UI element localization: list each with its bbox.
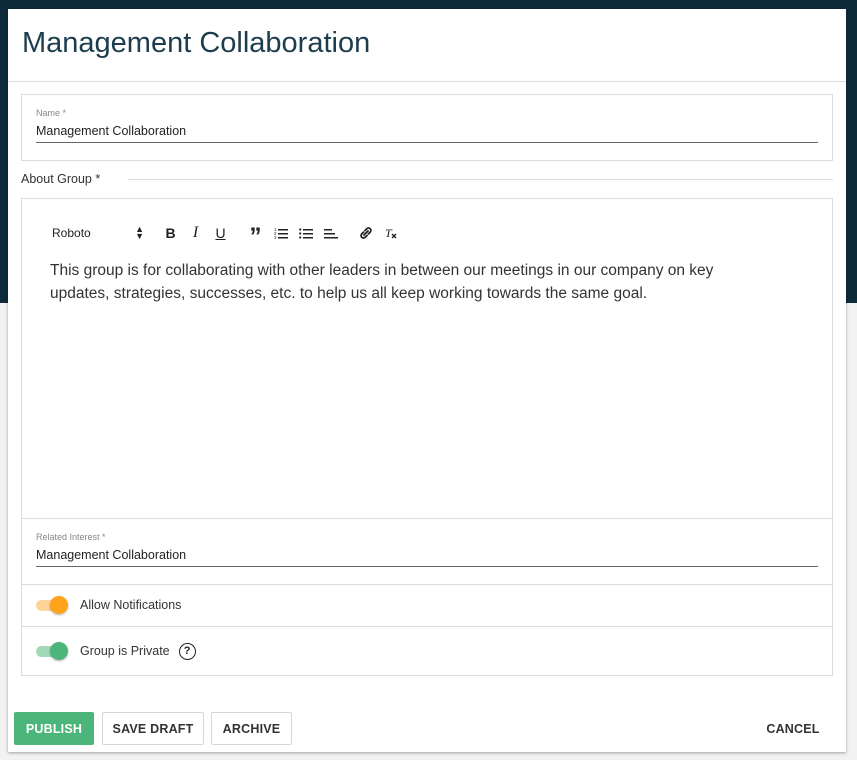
allow-notifications-toggle[interactable] <box>36 595 70 615</box>
clear-format-icon: T <box>385 226 396 240</box>
underline-button[interactable]: U <box>208 223 233 243</box>
interest-divider <box>22 584 832 585</box>
bullet-list-icon <box>298 228 313 239</box>
related-interest-input[interactable]: Management Collaboration <box>36 548 818 567</box>
align-button[interactable] <box>318 223 343 243</box>
clear-format-button[interactable]: T <box>378 223 403 243</box>
ordered-list-button[interactable]: 1 2 3 <box>268 223 293 243</box>
select-arrows-icon: ▲ ▼ <box>135 224 144 241</box>
allow-notifications-label: Allow Notifications <box>80 598 182 612</box>
group-private-label: Group is Private <box>80 644 170 658</box>
link-icon <box>359 227 372 239</box>
about-group-divider <box>128 179 833 180</box>
bullet-list-button[interactable] <box>293 223 318 243</box>
notifications-row: Allow Notifications <box>36 595 181 615</box>
related-interest-label: Related Interest * <box>36 532 106 542</box>
about-group-editor[interactable]: This group is for collaborating with oth… <box>50 259 770 305</box>
ordered-list-icon: 1 2 3 <box>274 227 288 239</box>
archive-button[interactable]: ARCHIVE <box>211 712 292 745</box>
publish-button[interactable]: PUBLISH <box>14 712 94 745</box>
save-draft-button[interactable]: SAVE DRAFT <box>102 712 204 745</box>
link-button[interactable] <box>353 223 378 243</box>
name-field-label: Name * <box>36 108 67 118</box>
private-row: Group is Private ? <box>36 641 196 661</box>
help-icon[interactable]: ? <box>178 642 196 660</box>
italic-button[interactable]: I <box>183 223 208 243</box>
name-input[interactable]: Management Collaboration <box>36 124 818 143</box>
font-select[interactable]: Roboto ▲ ▼ <box>52 224 144 241</box>
editor-toolbar: Roboto ▲ ▼ B I U ” 1 2 3 T <box>52 223 403 250</box>
svg-text:3: 3 <box>274 235 277 239</box>
name-field-container: Name * Management Collaboration <box>21 94 833 161</box>
group-private-toggle[interactable] <box>36 641 70 661</box>
about-group-label: About Group * <box>21 172 101 186</box>
editor-divider <box>22 518 832 519</box>
dialog-header: Management Collaboration <box>8 9 846 82</box>
svg-text:T: T <box>385 226 393 240</box>
notifications-divider <box>22 626 832 627</box>
group-details-container: Roboto ▲ ▼ B I U ” 1 2 3 T This group is… <box>21 198 833 676</box>
bold-button[interactable]: B <box>158 223 183 243</box>
dialog-title: Management Collaboration <box>22 27 371 59</box>
font-select-value: Roboto <box>52 226 91 240</box>
cancel-button[interactable]: CANCEL <box>754 712 832 745</box>
blockquote-button[interactable]: ” <box>243 223 268 250</box>
toggle-knob <box>50 642 68 660</box>
edit-group-dialog: Management Collaboration Name * Manageme… <box>8 9 846 752</box>
toggle-knob <box>50 596 68 614</box>
align-left-icon <box>323 229 338 239</box>
